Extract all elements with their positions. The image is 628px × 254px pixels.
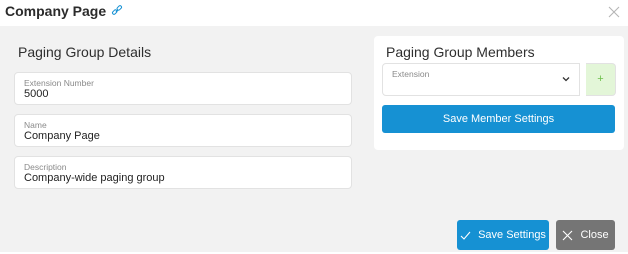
link-icon[interactable] — [111, 5, 123, 17]
chevron-down-icon — [562, 77, 570, 82]
description-label: Description — [24, 162, 67, 172]
dialog-body: Paging Group Details Extension Number 50… — [0, 26, 628, 252]
extension-number-value[interactable]: 5000 — [24, 88, 48, 100]
add-member-button[interactable]: + — [586, 63, 616, 96]
dialog-title: Company Page — [5, 3, 123, 19]
members-section-title: Paging Group Members — [386, 44, 535, 60]
save-settings-label: Save Settings — [478, 229, 546, 241]
close-label: Close — [580, 229, 609, 241]
dialog-header: Company Page — [0, 0, 628, 26]
page-title: Company Page — [5, 3, 107, 19]
close-icon[interactable] — [608, 6, 620, 18]
description-value[interactable]: Company-wide paging group — [24, 172, 165, 184]
name-label: Name — [24, 120, 47, 130]
description-field[interactable]: Description Company-wide paging group — [14, 156, 352, 189]
name-field[interactable]: Name Company Page — [14, 114, 352, 147]
extension-select[interactable]: Extension — [382, 63, 580, 96]
details-section-title: Paging Group Details — [18, 44, 152, 60]
extension-number-field[interactable]: Extension Number 5000 — [14, 72, 352, 105]
close-icon — [563, 230, 573, 240]
check-icon — [460, 231, 471, 240]
close-button[interactable]: Close — [556, 220, 615, 250]
extension-number-label: Extension Number — [24, 78, 94, 88]
name-value[interactable]: Company Page — [24, 130, 100, 142]
extension-select-label: Extension — [392, 69, 430, 79]
save-member-settings-button[interactable]: Save Member Settings — [382, 105, 615, 133]
members-panel: Paging Group Members Extension + Save Me… — [374, 36, 624, 150]
save-settings-button[interactable]: Save Settings — [457, 220, 549, 250]
